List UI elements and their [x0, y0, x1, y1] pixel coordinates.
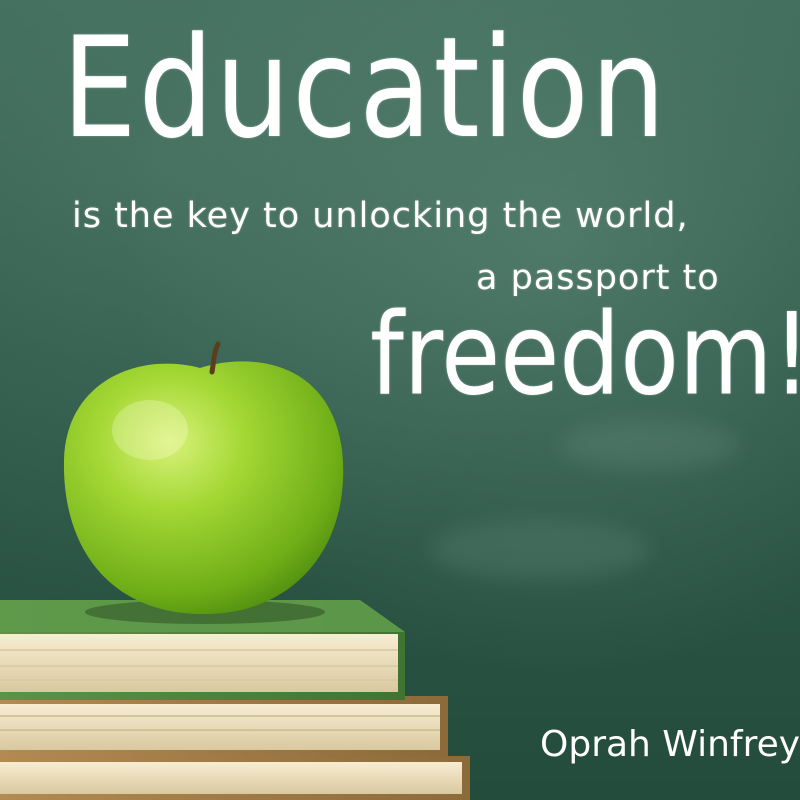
apple-body	[63, 361, 344, 615]
book-middle-pages	[0, 704, 440, 750]
apple-icon	[63, 341, 344, 624]
quote-line-2: is the key to unlocking the world,	[72, 196, 689, 236]
book-stack-icon	[0, 600, 470, 800]
quote-poster: Education is the key to unlocking the wo…	[0, 0, 800, 800]
quote-attribution: Oprah Winfrey	[540, 724, 800, 765]
book-top-pages	[0, 634, 398, 692]
quote-line-4: freedom!	[370, 288, 800, 421]
quote-headline: Education	[62, 6, 668, 170]
book-bottom-pages	[0, 762, 462, 794]
